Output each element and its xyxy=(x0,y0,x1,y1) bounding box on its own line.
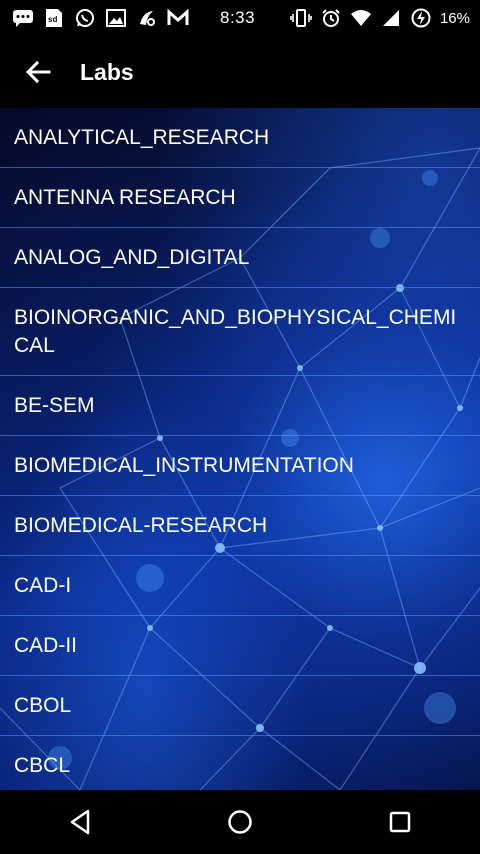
nav-home-button[interactable] xyxy=(210,792,270,852)
list-item[interactable]: BE-SEM xyxy=(0,376,480,436)
image-icon xyxy=(105,8,127,28)
sd-card-icon: sd xyxy=(43,8,65,28)
back-triangle-icon xyxy=(70,809,90,835)
list-item[interactable]: ANTENNA RESEARCH xyxy=(0,168,480,228)
screen: sd 8:33 16% Labs ANALYTICAL_RESEARCH ANT… xyxy=(0,0,480,854)
app-bar: Labs xyxy=(0,36,480,108)
gmail-icon xyxy=(167,8,189,28)
list-item[interactable]: BIOINORGANIC_AND_BIOPHYSICAL_CHEMICAL xyxy=(0,288,480,376)
back-button[interactable] xyxy=(14,48,62,96)
svg-text:sd: sd xyxy=(48,15,57,24)
vibrate-icon xyxy=(290,8,312,28)
battery-icon xyxy=(410,8,432,28)
wifi-icon xyxy=(350,8,372,28)
status-time: 8:33 xyxy=(220,8,256,27)
arrow-back-icon xyxy=(25,60,51,84)
list-item[interactable]: BIOMEDICAL_INSTRUMENTATION xyxy=(0,436,480,496)
list-item[interactable]: CAD-II xyxy=(0,616,480,676)
system-nav-bar xyxy=(0,790,480,854)
nav-recents-button[interactable] xyxy=(370,792,430,852)
list-item[interactable]: ANALOG_AND_DIGITAL xyxy=(0,228,480,288)
list-item[interactable]: BIOMEDICAL-RESEARCH xyxy=(0,496,480,556)
labs-list: ANALYTICAL_RESEARCH ANTENNA RESEARCH ANA… xyxy=(0,108,480,790)
status-notification-icons: sd xyxy=(0,8,189,28)
nav-back-button[interactable] xyxy=(50,792,110,852)
chat-icon xyxy=(12,8,34,28)
home-circle-icon xyxy=(228,810,252,834)
whatsapp-icon xyxy=(74,8,96,28)
status-bar: sd 8:33 16% xyxy=(0,0,480,36)
status-system-icons: 16% xyxy=(290,0,470,36)
list-item[interactable]: ANALYTICAL_RESEARCH xyxy=(0,108,480,168)
list-item[interactable]: CBOL xyxy=(0,676,480,736)
battery-percent: 16% xyxy=(439,9,470,27)
page-title: Labs xyxy=(80,58,134,85)
labs-list-container[interactable]: ANALYTICAL_RESEARCH ANTENNA RESEARCH ANA… xyxy=(0,108,480,790)
alarm-icon xyxy=(320,8,342,28)
list-item[interactable]: CAD-I xyxy=(0,556,480,616)
list-item[interactable]: CBCL xyxy=(0,736,480,790)
signal-icon xyxy=(380,8,402,28)
app-icon xyxy=(136,8,158,28)
recents-square-icon xyxy=(389,811,411,833)
